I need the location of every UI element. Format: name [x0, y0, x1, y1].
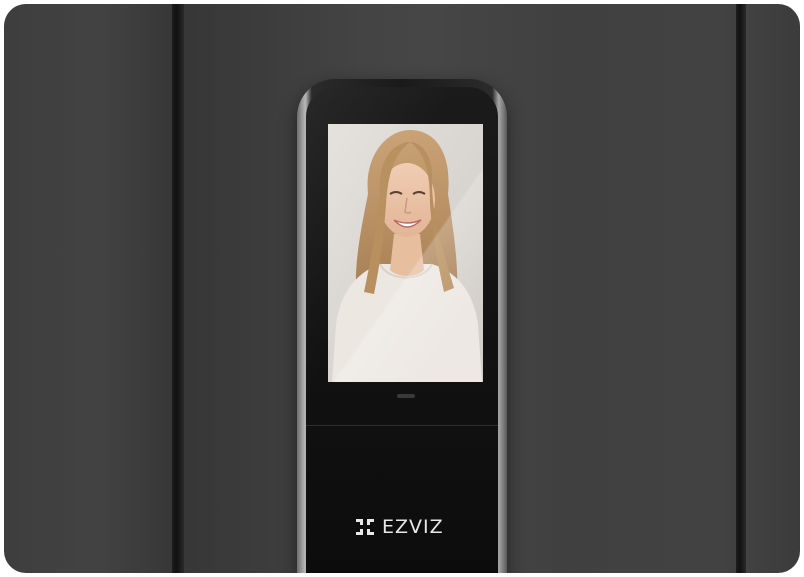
- camera-sensor: [397, 394, 415, 398]
- product-photo: EZVIZ: [4, 4, 800, 573]
- brand-logo: EZVIZ: [354, 514, 444, 540]
- brand-name: EZVIZ: [382, 516, 444, 538]
- wall-seam-right: [736, 4, 746, 573]
- wall-panel-left: [4, 4, 172, 573]
- device-front-panel: EZVIZ: [306, 87, 498, 573]
- ezviz-logo-icon: [356, 519, 374, 535]
- wall-seam-left: [172, 4, 184, 573]
- screen-glare: [328, 124, 483, 382]
- device-display: [328, 124, 483, 382]
- panel-divider: [306, 425, 498, 426]
- video-doorbell-device: EZVIZ: [297, 79, 507, 573]
